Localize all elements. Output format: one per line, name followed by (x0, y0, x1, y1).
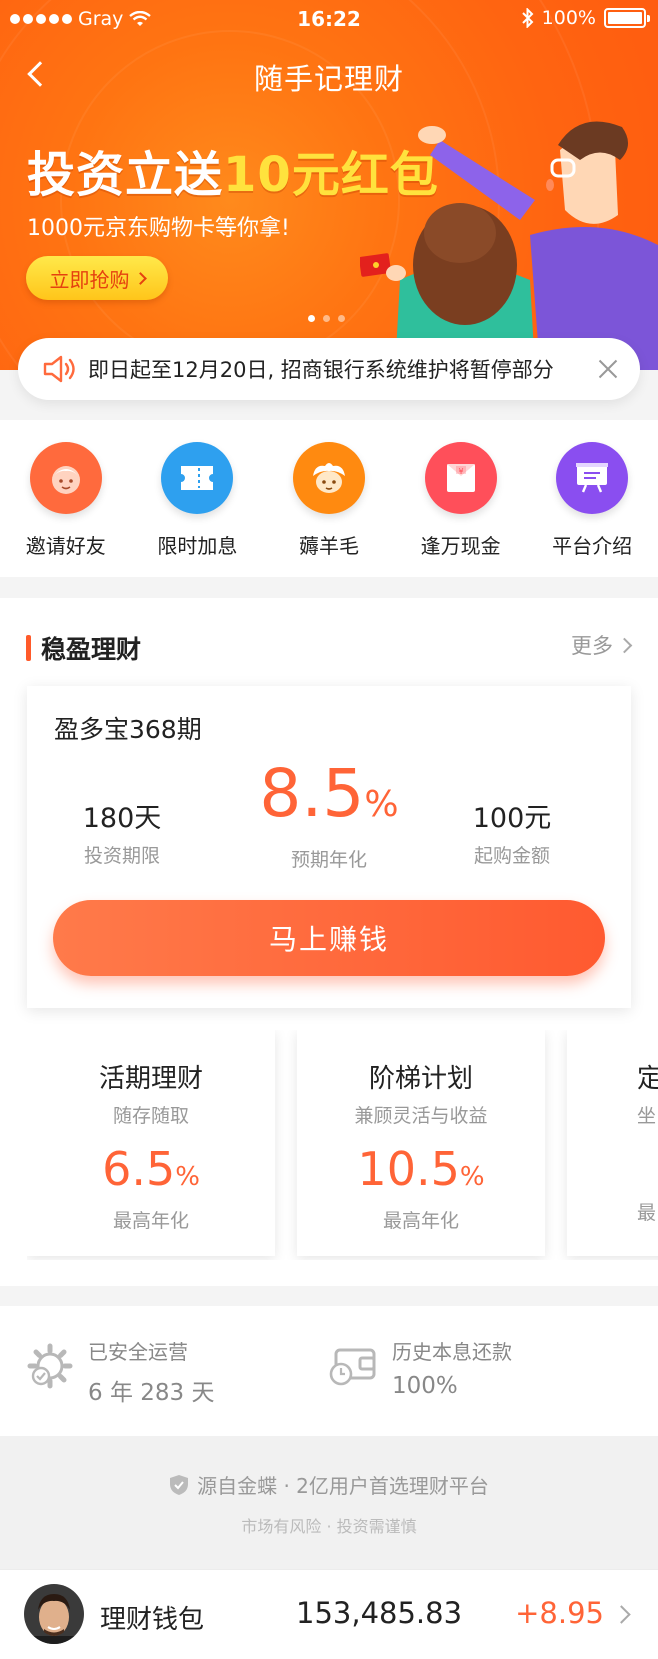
section-header: 稳盈理财 (26, 630, 141, 666)
rate-number: 8.5 (259, 755, 365, 832)
earn-now-button[interactable]: 马上赚钱 (53, 900, 605, 976)
pager-dot (323, 315, 330, 322)
quick-menu: 邀请好友 限时加息 薅羊毛 ¥ 逢万现金 平台介绍 (0, 420, 658, 577)
banner-pager[interactable] (308, 315, 345, 322)
section-accent-bar (26, 635, 31, 661)
safety-stats: 已安全运营 6 年 283 天 历史本息还款 100% (0, 1306, 658, 1436)
status-bar: Gray 16:22 100% (0, 0, 658, 38)
card-caption: 最高年化 (112, 1210, 189, 1232)
risk-warning: 市场有风险 · 投资需谨慎 (241, 1517, 417, 1536)
card-rate (637, 1142, 658, 1196)
banner-headline-a: 投资立送 (27, 147, 224, 203)
more-link[interactable]: 更多 (571, 630, 633, 660)
quick-item-label: 限时加息 (157, 534, 238, 558)
wallet-daily-change: +8.95 (515, 1596, 604, 1630)
card-rate-unit: % (459, 1162, 485, 1192)
wallet-label: 理财钱包 (100, 1605, 205, 1635)
min-amount-value: 100元 (472, 803, 552, 834)
board-icon (556, 442, 629, 514)
wallet-balance: 153,485.83 (296, 1596, 463, 1630)
featured-product-card[interactable]: 盈多宝368期 180天 投资期限 8.5% 预期年化 100元 起购金额 马上… (27, 686, 631, 1008)
rate-column: 8.5% 预期年化 (229, 758, 429, 872)
wealth-section: 稳盈理财 更多 盈多宝368期 180天 投资期限 8.5% 预期年化 100元… (0, 598, 658, 1286)
ops-label: 已安全运营 (88, 1340, 188, 1364)
wallet-clock-icon (329, 1348, 376, 1386)
product-name: 盈多宝368期 (54, 715, 202, 744)
chevron-right-icon (133, 271, 147, 285)
ops-value: 6 年 283 天 (88, 1380, 215, 1406)
quick-item-sheep[interactable]: 薅羊毛 (263, 420, 395, 577)
footer-tagline: 源自金蝶 · 2亿用户首选理财平台 (0, 1470, 658, 1499)
quick-item-label: 逢万现金 (420, 534, 501, 558)
rate-unit: % (364, 784, 399, 825)
quick-item-label: 邀请好友 (25, 534, 106, 558)
battery-icon (604, 8, 650, 28)
chevron-right-icon (616, 637, 633, 653)
product-card-partial[interactable]: 定 坐 最 (567, 1030, 658, 1256)
ticket-icon (161, 442, 234, 514)
gear-check-icon (27, 1343, 73, 1389)
red-envelope-icon: ¥ (424, 442, 497, 514)
repay-label: 历史本息还款 (392, 1340, 512, 1364)
product-carousel[interactable]: 活期理财 随存随取 6.5% 最高年化 阶梯计划 兼顾灵活与收益 10.5% 最… (27, 1030, 658, 1260)
min-amount-column: 100元 起购金额 (447, 766, 577, 868)
close-icon[interactable] (596, 357, 620, 381)
quick-item-invite[interactable]: 邀请好友 (0, 420, 132, 577)
page-title: 随手记理财 (253, 62, 404, 96)
card-subtitle: 坐 (637, 1105, 657, 1127)
card-title: 定 (637, 1064, 658, 1094)
repay-value: 100% (392, 1373, 458, 1399)
shield-check-icon (170, 1474, 189, 1495)
term-column: 180天 投资期限 (67, 766, 177, 868)
pager-dot (338, 315, 345, 322)
chevron-right-icon (612, 1605, 631, 1624)
pager-dot (308, 315, 315, 322)
card-rate-unit: % (175, 1162, 200, 1192)
card-rate-number: 6.5 (102, 1142, 176, 1196)
card-caption: 最高年化 (382, 1210, 459, 1232)
card-title: 阶梯计划 (368, 1064, 473, 1094)
banner-illustration (360, 121, 658, 370)
card-subtitle: 兼顾灵活与收益 (354, 1105, 488, 1127)
promo-banner[interactable]: Gray 16:22 100% 随手记理财 投资立送10元红包 1000元京东购… (0, 0, 658, 370)
avatar[interactable] (24, 1584, 84, 1644)
quick-item-label: 薅羊毛 (298, 534, 359, 558)
more-label: 更多 (571, 634, 613, 658)
quick-item-rate-boost[interactable]: 限时加息 (132, 420, 264, 577)
quick-item-cash[interactable]: ¥ 逢万现金 (395, 420, 527, 577)
buy-now-button[interactable]: 立即抢购 (26, 256, 168, 300)
card-title: 活期理财 (98, 1064, 203, 1094)
footer: 源自金蝶 · 2亿用户首选理财平台 市场有风险 · 投资需谨慎 (0, 1436, 658, 1569)
card-subtitle: 随存随取 (112, 1105, 189, 1127)
min-amount-label: 起购金额 (473, 845, 550, 867)
card-rate: 6.5% (27, 1142, 275, 1204)
product-card-ladder[interactable]: 阶梯计划 兼顾灵活与收益 10.5% 最高年化 (297, 1030, 545, 1256)
safety-repay: 历史本息还款 100% (328, 1336, 512, 1399)
sheep-icon (292, 442, 365, 514)
quick-item-about[interactable]: 平台介绍 (526, 420, 658, 577)
nav-bar: 随手记理财 (0, 48, 658, 98)
card-rate-number: 10.5 (357, 1142, 460, 1196)
product-card-demand[interactable]: 活期理财 随存随取 6.5% 最高年化 (27, 1030, 275, 1256)
term-label: 投资期限 (83, 845, 160, 867)
battery-percent: 100% (541, 7, 596, 29)
quick-item-label: 平台介绍 (552, 534, 633, 558)
rate-value: 8.5% (229, 758, 429, 841)
footer-tagline-text: 源自金蝶 · 2亿用户首选理财平台 (197, 1474, 489, 1498)
notice-text: 即日起至12月20日, 招商银行系统维护将暂停部分 (88, 358, 554, 382)
section-title: 稳盈理财 (41, 635, 142, 664)
card-rate: 10.5% (297, 1142, 545, 1204)
banner-subtitle: 1000元京东购物卡等你拿! (27, 216, 290, 241)
card-caption: 最 (637, 1202, 657, 1224)
invite-friend-icon (29, 442, 102, 514)
notice-bar[interactable]: 即日起至12月20日, 招商银行系统维护将暂停部分 (18, 338, 640, 400)
buy-now-label: 立即抢购 (49, 267, 130, 292)
term-value: 180天 (82, 803, 162, 834)
speaker-icon (43, 355, 75, 383)
wallet-bar[interactable]: 理财钱包 153,485.83 +8.95 (0, 1569, 658, 1659)
rate-label: 预期年化 (290, 849, 367, 871)
bluetooth-icon (521, 8, 534, 28)
safety-ops: 已安全运营 6 年 283 天 (26, 1336, 214, 1407)
svg-text:¥: ¥ (458, 467, 463, 476)
